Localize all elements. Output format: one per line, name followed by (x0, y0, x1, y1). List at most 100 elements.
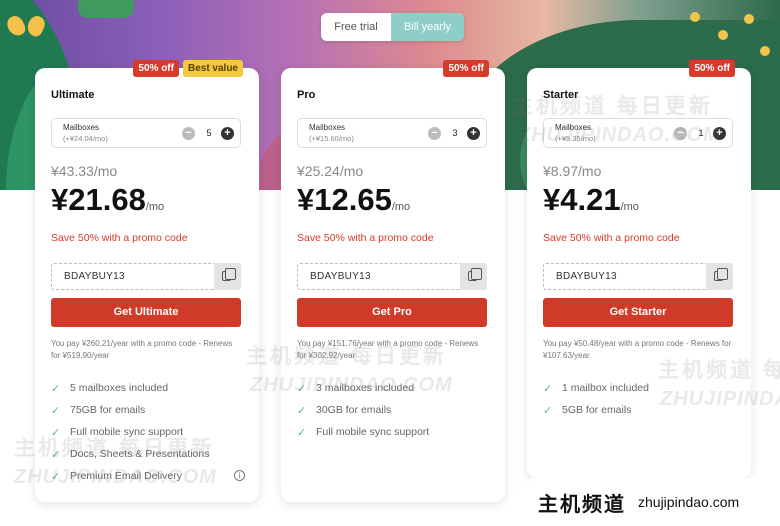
copy-icon[interactable] (460, 263, 487, 290)
check-icon: ✓ (51, 470, 61, 483)
free-trial-option[interactable]: Free trial (321, 13, 391, 41)
mailbox-stepper: Mailboxes (+¥24.04/mo) − 5 + (51, 118, 241, 148)
mailbox-quantity[interactable]: 1 (694, 128, 708, 138)
price-period: /mo (620, 201, 639, 213)
feature-item: ✓ Premium Email Delivery i (51, 465, 245, 487)
feature-text: Docs, Sheets & Presentations (70, 448, 210, 460)
feature-text: Full mobile sync support (316, 426, 430, 438)
price-display: ¥21.68/mo (51, 182, 164, 218)
feature-text: 75GB for emails (70, 404, 146, 416)
mailbox-label: Mailboxes (63, 123, 100, 132)
plan-card-starter: 50% off Starter Mailboxes (+¥5.35/mo) − … (527, 60, 751, 478)
mailbox-price-note: (+¥5.35/mo) (555, 134, 596, 143)
feature-text: 3 mailboxes included (316, 382, 415, 394)
hero-cake-illustration (78, 0, 134, 18)
plan-card-pro: 50% off Pro Mailboxes (+¥15.60/mo) − 3 +… (281, 60, 505, 502)
hero-dot (760, 46, 770, 56)
plan-name: Ultimate (51, 89, 95, 101)
hero-dot (744, 14, 754, 24)
pay-note: You pay ¥151.76/year with a promo code -… (297, 339, 479, 360)
bill-yearly-option[interactable]: Bill yearly (391, 13, 464, 41)
minus-icon[interactable]: − (182, 127, 195, 140)
copy-icon[interactable] (214, 263, 241, 290)
plus-icon[interactable]: + (713, 127, 726, 140)
promo-code: BDAYBUY13 (64, 271, 125, 282)
plus-icon[interactable]: + (467, 127, 480, 140)
promo-code-box: BDAYBUY13 (543, 263, 733, 290)
feature-item: ✓ Full mobile sync support (297, 421, 491, 443)
feature-text: Full mobile sync support (70, 426, 184, 438)
feature-item: ✓ 5GB for emails (543, 399, 737, 421)
promo-note: Save 50% with a promo code (51, 232, 188, 244)
copy-icon[interactable] (706, 263, 733, 290)
feature-list: ✓ 5 mailboxes included ✓ 75GB for emails ✓… (51, 377, 245, 487)
mailbox-price-note: (+¥15.60/mo) (309, 134, 354, 143)
get-pro-button[interactable]: Get Pro (297, 298, 487, 327)
check-icon: ✓ (51, 404, 61, 417)
mailbox-quantity[interactable]: 3 (448, 128, 462, 138)
price-display: ¥12.65/mo (297, 182, 410, 218)
mailbox-price-note: (+¥24.04/mo) (63, 134, 108, 143)
price-period: /mo (145, 201, 165, 213)
feature-text: 5 mailboxes included (70, 382, 169, 394)
feature-item: ✓ Full mobile sync support (51, 421, 245, 443)
feature-text: 1 mailbox included (562, 382, 649, 394)
promo-code: BDAYBUY13 (556, 271, 617, 282)
feature-text: Premium Email Delivery (70, 470, 183, 482)
original-price: ¥43.33/mo (51, 163, 118, 179)
check-icon: ✓ (297, 404, 307, 417)
feature-text: 30GB for emails (316, 404, 392, 416)
feature-text: 5GB for emails (562, 404, 632, 416)
mailbox-quantity[interactable]: 5 (202, 128, 216, 138)
discount-badge: 50% off (133, 60, 179, 77)
brand-name: 主机频道 (538, 493, 626, 516)
mailbox-label: Mailboxes (555, 123, 592, 132)
butterfly-icon (4, 12, 48, 44)
price-amount: ¥4.21 (543, 182, 621, 217)
get-ultimate-button[interactable]: Get Ultimate (51, 298, 241, 327)
minus-icon[interactable]: − (674, 127, 687, 140)
check-icon: ✓ (543, 382, 553, 395)
feature-list: ✓ 3 mailboxes included ✓ 30GB for emails ✓… (297, 377, 491, 443)
promo-code-box: BDAYBUY13 (51, 263, 241, 290)
mailbox-label: Mailboxes (309, 123, 346, 132)
original-price: ¥25.24/mo (297, 163, 364, 179)
plan-name: Pro (297, 89, 316, 101)
badge-group: 50% off (443, 60, 489, 77)
badge-group: 50% off (689, 60, 735, 77)
info-icon[interactable]: i (234, 470, 245, 481)
get-starter-button[interactable]: Get Starter (543, 298, 733, 327)
feature-item: ✓ 5 mailboxes included (51, 377, 245, 399)
mailbox-stepper: Mailboxes (+¥5.35/mo) − 1 + (543, 118, 733, 148)
price-amount: ¥12.65 (297, 182, 392, 217)
check-icon: ✓ (543, 404, 553, 417)
check-icon: ✓ (297, 426, 307, 439)
feature-list: ✓ 1 mailbox included ✓ 5GB for emails (543, 377, 737, 421)
promo-note: Save 50% with a promo code (543, 232, 680, 244)
check-icon: ✓ (51, 426, 61, 439)
check-icon: ✓ (51, 448, 61, 461)
feature-item: ✓ 3 mailboxes included (297, 377, 491, 399)
badge-group: 50% off Best value (133, 60, 243, 77)
promo-note: Save 50% with a promo code (297, 232, 434, 244)
feature-item: ✓ Docs, Sheets & Presentations (51, 443, 245, 465)
feature-item: ✓ 75GB for emails (51, 399, 245, 421)
plus-icon[interactable]: + (221, 127, 234, 140)
minus-icon[interactable]: − (428, 127, 441, 140)
promo-code-box: BDAYBUY13 (297, 263, 487, 290)
site-brand-footer: 主机频道 zhujipindao.com (530, 478, 780, 526)
feature-item: ✓ 30GB for emails (297, 399, 491, 421)
hero-dot (690, 12, 700, 22)
hero-dot (718, 30, 728, 40)
billing-toggle: Free trial Bill yearly (321, 13, 464, 41)
price-display: ¥4.21/mo (543, 182, 639, 218)
plan-name: Starter (543, 89, 579, 101)
discount-badge: 50% off (689, 60, 735, 77)
feature-item: ✓ 1 mailbox included (543, 377, 737, 399)
brand-url: zhujipindao.com (638, 494, 740, 510)
price-period: /mo (391, 201, 411, 213)
promo-code: BDAYBUY13 (310, 271, 371, 282)
original-price: ¥8.97/mo (543, 163, 602, 179)
plan-card-ultimate: 50% off Best value Ultimate Mailboxes (+… (35, 60, 259, 502)
pay-note: You pay ¥50.48/year with a promo code - … (543, 339, 732, 360)
